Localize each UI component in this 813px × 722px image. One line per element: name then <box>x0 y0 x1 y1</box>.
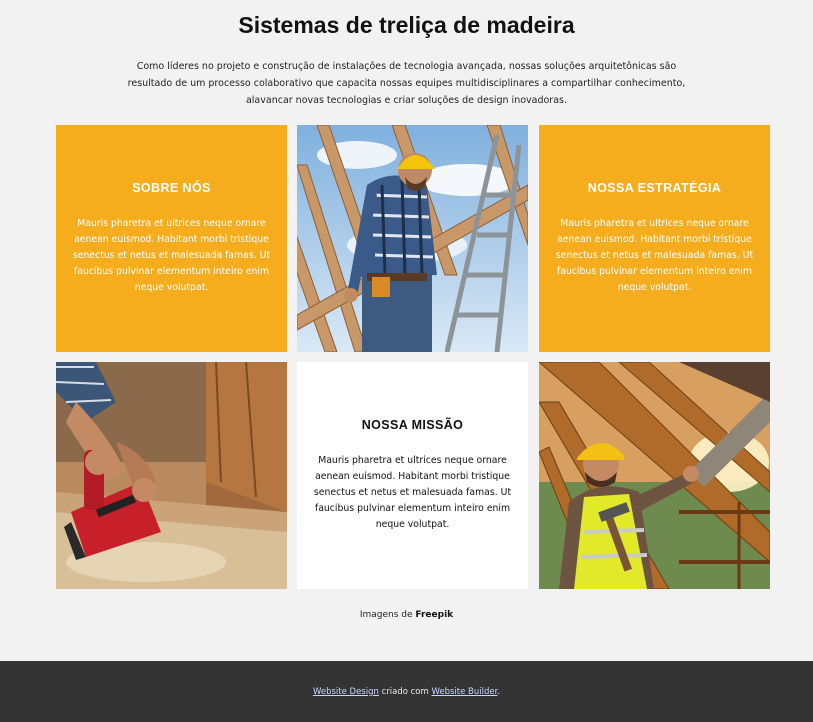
card-mission: NOSSA MISSÃO Mauris pharetra et ultrices… <box>297 362 528 589</box>
footer-website-design-link[interactable]: Website Design <box>313 687 379 697</box>
photo-worker-roof-beam <box>539 362 770 589</box>
card-strategy-title: NOSSA ESTRATÉGIA <box>587 181 722 195</box>
page-title: Sistemas de treliça de madeira <box>238 12 575 38</box>
photo-worker-ladder <box>297 125 528 352</box>
footer-suffix: . <box>497 687 501 697</box>
footer-middle-text: criado com <box>378 687 432 697</box>
image-credit-prefix: Imagens de <box>359 610 416 620</box>
footer: Website Design criado com Website Builde… <box>0 661 813 722</box>
intro-text: Como líderes no projeto e construção de … <box>127 61 686 106</box>
card-strategy: NOSSA ESTRATÉGIA Mauris pharetra et ultr… <box>539 125 770 352</box>
card-mission-title: NOSSA MISSÃO <box>361 418 464 432</box>
image-credit: Imagens de Freepik <box>0 610 813 620</box>
card-mission-text: Mauris pharetra et ultrices neque ornare… <box>313 455 512 530</box>
image-credit-source: Freepik <box>415 610 454 620</box>
card-about-text: Mauris pharetra et ultrices neque ornare… <box>72 218 271 293</box>
footer-website-builder-link[interactable]: Website Builder <box>431 687 497 697</box>
card-about: SOBRE NÓS Mauris pharetra et ultrices ne… <box>56 125 287 352</box>
photo-planer-wood <box>56 362 287 589</box>
card-strategy-text: Mauris pharetra et ultrices neque ornare… <box>555 218 754 293</box>
card-about-title: SOBRE NÓS <box>132 181 211 195</box>
